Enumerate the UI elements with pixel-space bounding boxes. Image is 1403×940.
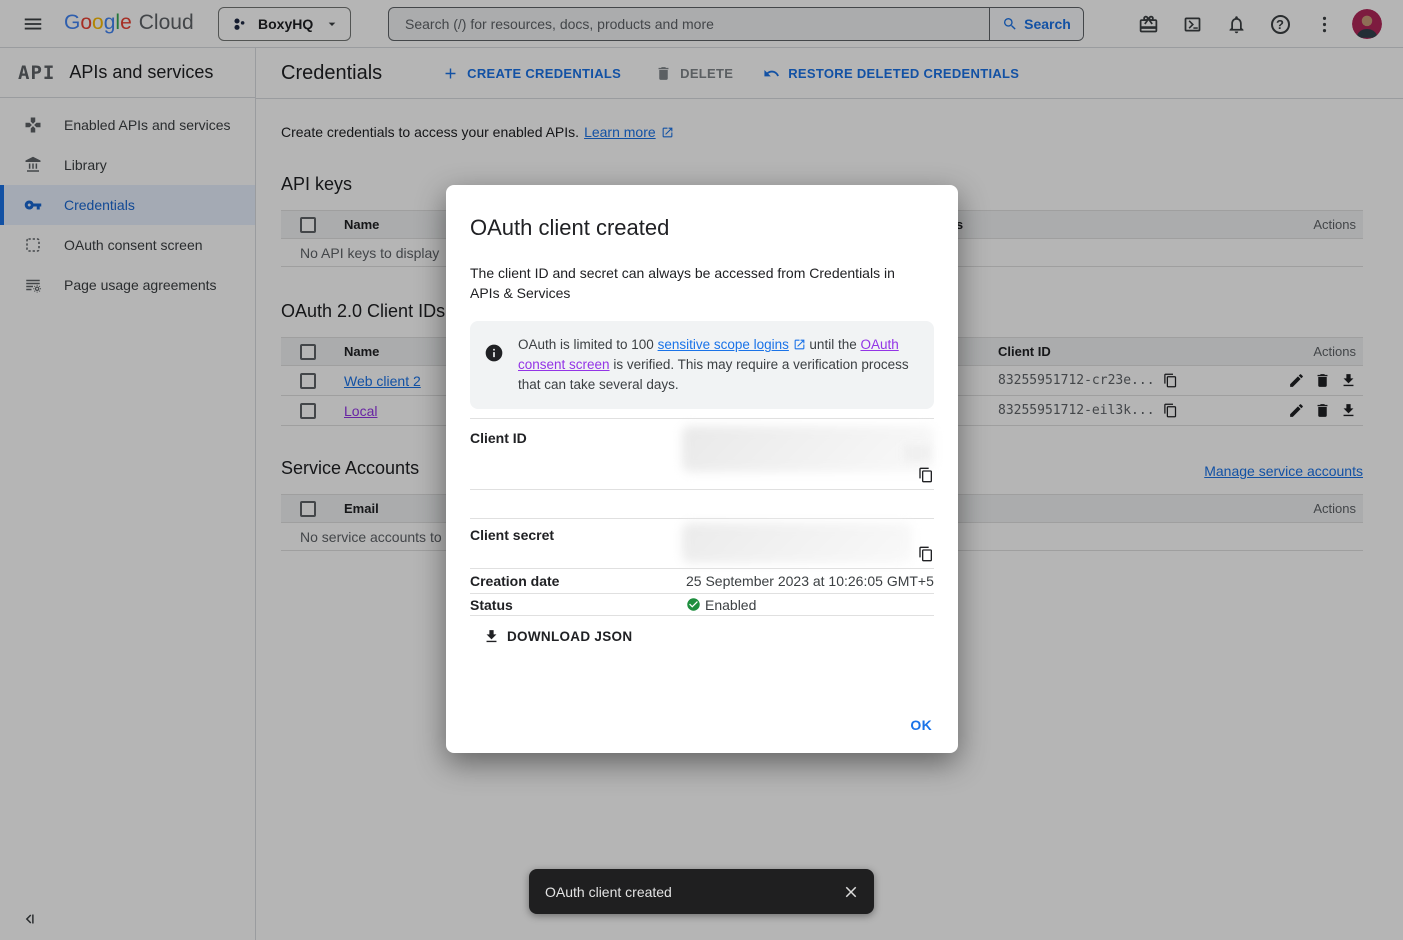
download-icon xyxy=(483,628,500,645)
snackbar-close-button[interactable] xyxy=(842,883,860,901)
download-json-button[interactable]: DOWNLOAD JSON xyxy=(483,628,632,645)
copy-icon xyxy=(918,467,934,483)
copy-client-id-button[interactable] xyxy=(918,467,934,483)
dialog-subtitle: The client ID and secret can always be a… xyxy=(470,263,910,303)
external-link-icon xyxy=(793,338,806,351)
dialog-notice: OAuth is limited to 100 sensitive scope … xyxy=(470,321,934,409)
creation-date-label: Creation date xyxy=(470,573,686,589)
notice-text: OAuth is limited to 100 sensitive scope … xyxy=(518,335,918,395)
snackbar-message: OAuth client created xyxy=(545,884,672,900)
snackbar: OAuth client created xyxy=(529,869,874,914)
oauth-client-created-dialog: OAuth client created The client ID and s… xyxy=(446,185,958,753)
dialog-title: OAuth client created xyxy=(470,215,934,241)
client-id-row: Client ID xyxy=(470,418,934,489)
client-id-redacted-value xyxy=(904,445,930,461)
client-secret-redacted-value xyxy=(682,523,912,563)
sensitive-scope-logins-link[interactable]: sensitive scope logins xyxy=(658,337,789,352)
close-icon xyxy=(842,883,860,901)
creation-date-value: 25 September 2023 at 10:26:05 GMT+5 xyxy=(686,573,934,589)
copy-client-secret-button[interactable] xyxy=(918,546,934,562)
client-secret-label: Client secret xyxy=(470,519,686,568)
status-row: Status Enabled xyxy=(470,593,934,616)
client-id-label: Client ID xyxy=(470,419,686,489)
check-circle-icon xyxy=(686,597,701,612)
status-label: Status xyxy=(470,597,686,613)
info-icon xyxy=(484,343,504,363)
client-secret-row: Client secret xyxy=(470,518,934,568)
spacer-row xyxy=(470,489,934,518)
copy-icon xyxy=(918,546,934,562)
ok-button[interactable]: OK xyxy=(910,717,932,733)
creation-date-row: Creation date 25 September 2023 at 10:26… xyxy=(470,568,934,593)
client-id-redacted-value xyxy=(682,426,934,472)
status-value: Enabled xyxy=(705,597,756,613)
